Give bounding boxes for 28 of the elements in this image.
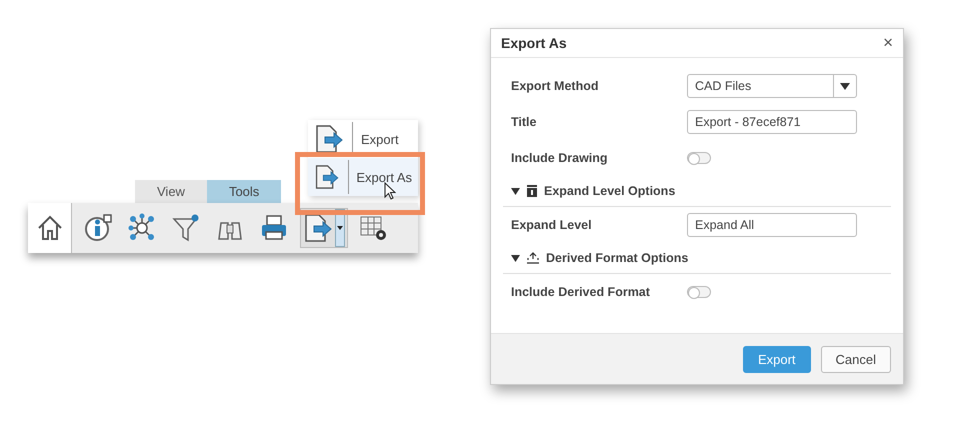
toggle-switch[interactable] bbox=[687, 152, 711, 164]
caret-icon bbox=[337, 226, 343, 230]
dropdown-field[interactable]: CAD Files bbox=[687, 74, 857, 98]
export-icon bbox=[314, 124, 344, 154]
tab[interactable]: Tools bbox=[206, 180, 282, 203]
field-label: Title bbox=[510, 115, 538, 129]
section-header[interactable]: Derived Format Options bbox=[511, 251, 688, 265]
caret-icon bbox=[840, 82, 850, 90]
export-icon bbox=[303, 213, 333, 243]
field-label: Include Derived Format bbox=[510, 285, 651, 299]
toggle-switch[interactable] bbox=[687, 286, 711, 298]
input-field[interactable]: Expand All bbox=[687, 213, 857, 237]
field-label: Export Method bbox=[510, 79, 600, 93]
close-button[interactable]: × bbox=[881, 33, 895, 53]
field-label: Expand Level bbox=[510, 218, 593, 232]
cancel-button[interactable]: Cancel bbox=[820, 346, 891, 372]
section-header[interactable]: Expand Level Options bbox=[511, 184, 676, 198]
tool-button[interactable] bbox=[28, 203, 72, 253]
printer-icon bbox=[259, 213, 289, 243]
funnel-icon bbox=[171, 213, 201, 243]
menu-item[interactable]: Export As bbox=[308, 158, 418, 196]
dialog-title: Export As bbox=[501, 35, 567, 51]
network-icon bbox=[127, 213, 157, 243]
input-field[interactable]: Export - 87ecef871 bbox=[687, 110, 857, 134]
field-label: Include Drawing bbox=[510, 151, 609, 165]
box-icon bbox=[526, 185, 538, 197]
info-icon bbox=[83, 213, 113, 243]
derive-icon bbox=[526, 252, 540, 264]
